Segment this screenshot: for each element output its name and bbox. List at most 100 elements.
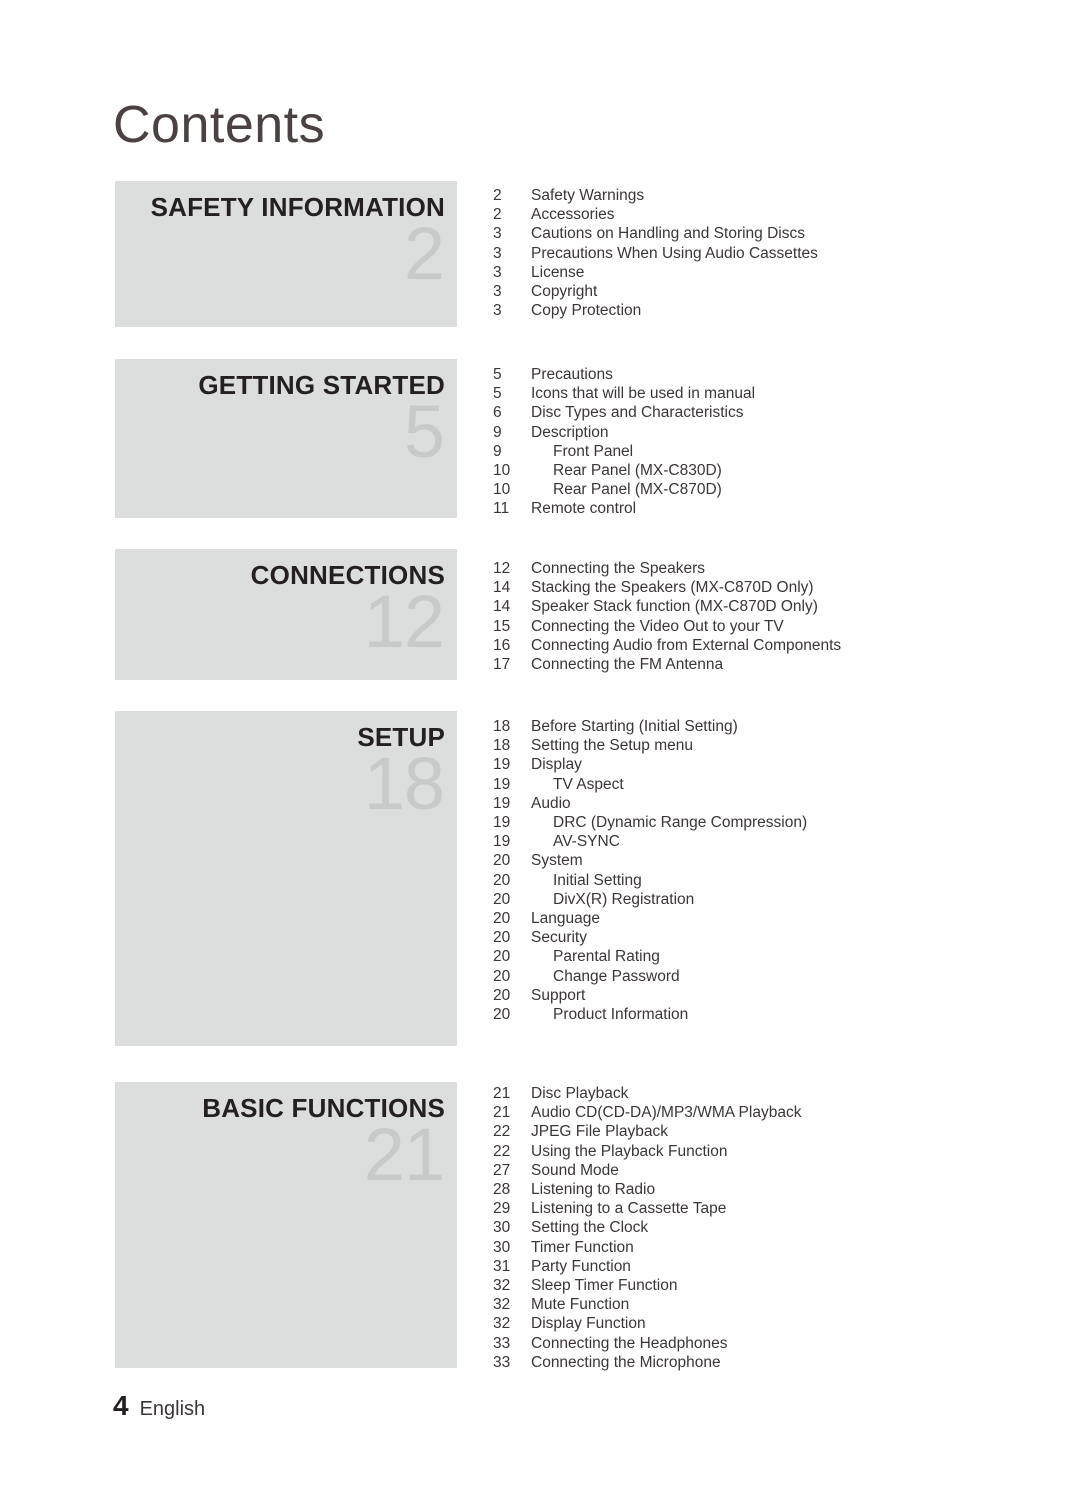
toc-entry-label: Rear Panel (MX-C830D) — [553, 462, 722, 480]
toc-entry[interactable]: 22 JPEG File Playback — [493, 1122, 1053, 1141]
toc-entry[interactable]: 3 Copy Protection — [493, 301, 1053, 320]
toc-entry[interactable]: 12 Connecting the Speakers — [493, 559, 1053, 578]
toc-entry[interactable]: 19 AV-SYNC — [493, 832, 1053, 851]
toc-entry[interactable]: 32 Mute Function — [493, 1295, 1053, 1314]
toc-entry-page: 3 — [493, 244, 502, 262]
section-header-block: BASIC FUNCTIONS 21 — [115, 1082, 457, 1368]
toc-entry-page: 31 — [493, 1257, 511, 1275]
toc-entry[interactable]: 15 Connecting the Video Out to your TV — [493, 617, 1053, 636]
toc-entry[interactable]: 20 System — [493, 851, 1053, 870]
toc-entry-page: 5 — [493, 385, 502, 403]
toc-entry-label: Cautions on Handling and Storing Discs — [531, 225, 805, 243]
toc-entry-label: Timer Function — [531, 1238, 634, 1256]
toc-entry[interactable]: 19 DRC (Dynamic Range Compression) — [493, 813, 1053, 832]
toc-entry[interactable]: 5 Icons that will be used in manual — [493, 384, 1053, 403]
toc-entry-page: 19 — [493, 814, 511, 832]
toc-entry-label: Connecting the Headphones — [531, 1334, 728, 1352]
toc-entry[interactable]: 20 Initial Setting — [493, 871, 1053, 890]
toc-entry-page: 9 — [493, 442, 502, 460]
section-header-block: SAFETY INFORMATION 2 — [115, 181, 457, 327]
toc-entry-page: 2 — [493, 206, 502, 224]
toc-entry[interactable]: 19 TV Aspect — [493, 775, 1053, 794]
toc-entry[interactable]: 2 Accessories — [493, 205, 1053, 224]
page-title: Contents — [113, 96, 326, 154]
toc-entry-page: 14 — [493, 579, 511, 597]
toc-entry-list: 2 Safety Warnings 2 Accessories 3 Cautions on… — [493, 186, 1053, 320]
toc-entry-label: Precautions When Using Audio Cassettes — [531, 244, 818, 262]
toc-entry[interactable]: 32 Display Function — [493, 1314, 1053, 1333]
toc-entry[interactable]: 31 Party Function — [493, 1257, 1053, 1276]
toc-entry[interactable]: 2 Safety Warnings — [493, 186, 1053, 205]
toc-entry[interactable]: 3 License — [493, 263, 1053, 282]
toc-entry[interactable]: 16 Connecting Audio from External Compone… — [493, 636, 1053, 655]
toc-entry[interactable]: 21 Disc Playback — [493, 1084, 1053, 1103]
toc-entry[interactable]: 20 DivX(R) Registration — [493, 890, 1053, 909]
toc-entry-label: Connecting the Microphone — [531, 1353, 721, 1371]
toc-entry-label: JPEG File Playback — [531, 1123, 668, 1141]
toc-entry-label: Using the Playback Function — [531, 1142, 728, 1160]
toc-entry-list: 5 Precautions 5 Icons that will be used in … — [493, 365, 1053, 519]
toc-entry-label: Product Information — [553, 1006, 689, 1024]
toc-entry-label: DRC (Dynamic Range Compression) — [553, 814, 808, 832]
toc-entry-label: Sound Mode — [531, 1161, 619, 1179]
toc-entry[interactable]: 33 Connecting the Microphone — [493, 1353, 1053, 1372]
toc-entry-label: Audio CD(CD-DA)/MP3/WMA Playback — [531, 1104, 802, 1122]
toc-entry[interactable]: 6 Disc Types and Characteristics — [493, 403, 1053, 422]
toc-entry[interactable]: 9 Front Panel — [493, 442, 1053, 461]
toc-entry[interactable]: 18 Before Starting (Initial Setting) — [493, 717, 1053, 736]
toc-entry[interactable]: 20 Parental Rating — [493, 947, 1053, 966]
toc-entry-page: 27 — [493, 1161, 511, 1179]
toc-entry-page: 20 — [493, 871, 511, 889]
toc-entry-page: 10 — [493, 481, 511, 499]
footer-language-label: English — [139, 1398, 206, 1420]
toc-entry-page: 3 — [493, 225, 502, 243]
toc-entry-page: 32 — [493, 1277, 511, 1295]
toc-entry[interactable]: 19 Audio — [493, 794, 1053, 813]
toc-entry-label: Listening to a Cassette Tape — [531, 1200, 727, 1218]
toc-entry-page: 19 — [493, 833, 511, 851]
toc-entry[interactable]: 20 Change Password — [493, 967, 1053, 986]
toc-entry[interactable]: 11 Remote control — [493, 499, 1053, 518]
toc-entry-label: Connecting the Speakers — [531, 560, 706, 577]
toc-entry[interactable]: 18 Setting the Setup menu — [493, 736, 1053, 755]
toc-entry[interactable]: 30 Setting the Clock — [493, 1218, 1053, 1237]
toc-entry-page: 29 — [493, 1200, 511, 1218]
toc-entry[interactable]: 3 Precautions When Using Audio Cassettes — [493, 244, 1053, 263]
toc-entry-label: Security — [531, 929, 587, 947]
toc-entry[interactable]: 20 Product Information — [493, 1005, 1053, 1024]
toc-entry-page: 30 — [493, 1238, 511, 1256]
toc-entry[interactable]: 19 Display — [493, 755, 1053, 774]
toc-entry-page: 21 — [493, 1104, 511, 1122]
section-header-block: CONNECTIONS 12 — [115, 549, 457, 680]
toc-entry[interactable]: 21 Audio CD(CD-DA)/MP3/WMA Playback — [493, 1103, 1053, 1122]
toc-entry[interactable]: 33 Connecting the Headphones — [493, 1334, 1053, 1353]
toc-entry-label: Setting the Clock — [531, 1219, 649, 1237]
toc-entry-page: 2 — [493, 187, 502, 204]
toc-entry[interactable]: 27 Sound Mode — [493, 1161, 1053, 1180]
toc-entry[interactable]: 3 Copyright — [493, 282, 1053, 301]
toc-entry[interactable]: 20 Support — [493, 986, 1053, 1005]
toc-entry-page: 10 — [493, 462, 511, 480]
toc-entry-page: 32 — [493, 1315, 511, 1333]
toc-entry[interactable]: 30 Timer Function — [493, 1238, 1053, 1257]
toc-entry[interactable]: 29 Listening to a Cassette Tape — [493, 1199, 1053, 1218]
toc-entry-label: Remote control — [531, 500, 637, 518]
toc-entry[interactable]: 32 Sleep Timer Function — [493, 1276, 1053, 1295]
toc-entry[interactable]: 17 Connecting the FM Antenna — [493, 655, 1053, 674]
toc-entry[interactable]: 28 Listening to Radio — [493, 1180, 1053, 1199]
toc-entry[interactable]: 9 Description — [493, 423, 1053, 442]
toc-entry[interactable]: 14 Stacking the Speakers (MX-C870D Only) — [493, 578, 1053, 597]
toc-entry[interactable]: 10 Rear Panel (MX-C830D) — [493, 461, 1053, 480]
toc-entry-list: 21 Disc Playback 21 Audio CD(CD-DA)/MP3/WMA… — [493, 1084, 1053, 1372]
toc-entry-label: System — [531, 852, 583, 870]
toc-entry-page: 33 — [493, 1353, 511, 1371]
toc-entry[interactable]: 22 Using the Playback Function — [493, 1142, 1053, 1161]
toc-entry[interactable]: 10 Rear Panel (MX-C870D) — [493, 480, 1053, 499]
toc-entry[interactable]: 5 Precautions — [493, 365, 1053, 384]
toc-entry-page: 20 — [493, 1006, 511, 1024]
toc-entry[interactable]: 20 Language — [493, 909, 1053, 928]
toc-entry[interactable]: 3 Cautions on Handling and Storing Discs — [493, 224, 1053, 243]
toc-entry-label: Connecting Audio from External Component… — [531, 636, 842, 654]
toc-entry[interactable]: 14 Speaker Stack function (MX-C870D Only) — [493, 597, 1053, 616]
toc-entry[interactable]: 20 Security — [493, 928, 1053, 947]
